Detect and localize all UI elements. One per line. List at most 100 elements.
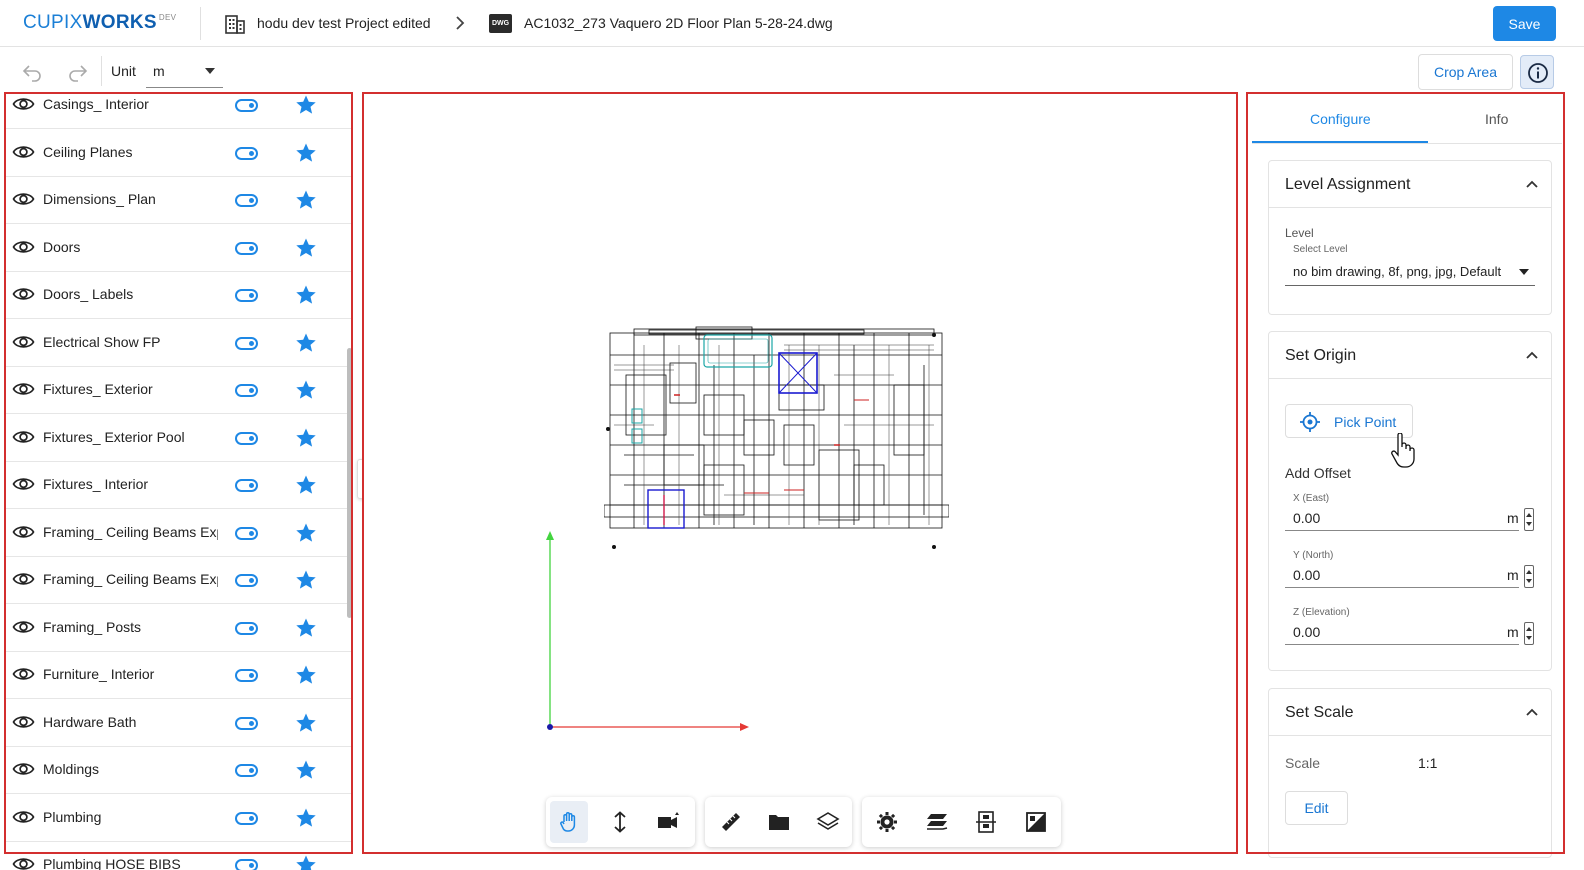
layer-row[interactable]: Doors	[5, 225, 351, 272]
star-icon[interactable]	[295, 569, 317, 591]
toggle-icon[interactable]	[235, 336, 258, 350]
layer-row[interactable]: Doors_ Labels	[5, 272, 351, 319]
toggle-icon[interactable]	[235, 574, 258, 587]
layer-row[interactable]: Plumbing	[5, 795, 351, 842]
x-east-input[interactable]: 0.00	[1293, 510, 1320, 526]
layer-row[interactable]: Framing_ Ceiling Beams Exp	[5, 510, 351, 557]
unit-select[interactable]: m	[146, 55, 223, 88]
eye-icon[interactable]	[12, 760, 35, 778]
redo-icon[interactable]	[67, 60, 89, 82]
layer-row[interactable]: Fixtures_ Interior	[5, 462, 351, 509]
info-toggle-button[interactable]	[1520, 55, 1554, 89]
star-icon[interactable]	[295, 522, 317, 544]
level-icon[interactable]	[974, 810, 998, 834]
layer-row[interactable]: Furniture_ Interior	[5, 652, 351, 699]
eye-icon[interactable]	[12, 285, 35, 303]
layer-row[interactable]: Hardware Bath	[5, 700, 351, 747]
layer-row[interactable]: Plumbing HOSE BIBS	[5, 842, 351, 870]
toggle-icon[interactable]	[235, 811, 258, 825]
app-logo[interactable]: CUPIXWORKS DEV	[23, 12, 176, 34]
toggle-icon[interactable]	[235, 384, 258, 397]
eye-icon[interactable]	[12, 95, 35, 113]
layer-row[interactable]: Framing_ Ceiling Beams Exp	[5, 557, 351, 604]
star-icon[interactable]	[295, 854, 317, 870]
layer-row[interactable]: Moldings	[5, 747, 351, 794]
folder-icon[interactable]	[767, 810, 791, 834]
star-icon[interactable]	[295, 617, 317, 639]
stack-icon[interactable]	[925, 810, 949, 834]
toggle-icon[interactable]	[235, 859, 258, 870]
eye-icon[interactable]	[12, 665, 35, 683]
toggle-icon[interactable]	[235, 241, 258, 255]
eye-icon[interactable]	[12, 380, 35, 398]
crop-icon[interactable]	[1024, 810, 1048, 834]
eye-icon[interactable]	[12, 238, 35, 256]
camera-icon[interactable]	[656, 810, 680, 834]
eye-icon[interactable]	[12, 570, 35, 588]
layer-row[interactable]: Fixtures_ Exterior	[5, 367, 351, 414]
hand-pan-icon[interactable]	[557, 810, 581, 834]
set-scale-header[interactable]: Set Scale	[1269, 689, 1551, 736]
layer-row[interactable]: Ceiling Planes	[5, 130, 351, 177]
star-icon[interactable]	[295, 712, 317, 734]
toggle-icon[interactable]	[235, 431, 258, 445]
chevron-up-icon[interactable]	[1525, 177, 1539, 191]
toggle-icon[interactable]	[235, 716, 258, 730]
star-icon[interactable]	[295, 332, 317, 354]
settings-icon[interactable]	[875, 810, 899, 834]
ruler-icon[interactable]	[719, 810, 743, 834]
star-icon[interactable]	[295, 759, 317, 781]
crop-area-button[interactable]: Crop Area	[1418, 54, 1513, 90]
eye-icon[interactable]	[12, 808, 35, 826]
set-origin-header[interactable]: Set Origin	[1269, 332, 1551, 379]
toggle-icon[interactable]	[235, 526, 258, 540]
z-elevation-input[interactable]: 0.00	[1293, 624, 1320, 640]
z-stepper[interactable]	[1524, 622, 1534, 645]
vertical-move-icon[interactable]	[608, 810, 632, 834]
toggle-icon[interactable]	[235, 764, 258, 777]
tab-configure[interactable]: Configure	[1310, 111, 1371, 127]
chevron-up-icon[interactable]	[1525, 705, 1539, 719]
y-stepper[interactable]	[1524, 565, 1534, 588]
toggle-icon[interactable]	[235, 289, 258, 302]
layer-row[interactable]: Electrical Show FP	[5, 320, 351, 367]
eye-icon[interactable]	[12, 618, 35, 636]
layers-icon[interactable]	[816, 810, 840, 834]
edit-scale-button[interactable]: Edit	[1285, 791, 1348, 825]
eye-icon[interactable]	[12, 143, 35, 161]
layer-row[interactable]: Dimensions_ Plan	[5, 177, 351, 224]
eye-icon[interactable]	[12, 523, 35, 541]
layer-row[interactable]: Fixtures_ Exterior Pool	[5, 415, 351, 462]
star-icon[interactable]	[295, 189, 317, 211]
star-icon[interactable]	[295, 807, 317, 829]
project-name-link[interactable]: hodu dev test Project edited	[257, 15, 431, 31]
y-north-input[interactable]: 0.00	[1293, 567, 1320, 583]
eye-icon[interactable]	[12, 190, 35, 208]
save-button[interactable]: Save	[1493, 6, 1556, 41]
layer-row[interactable]: Framing_ Posts	[5, 605, 351, 652]
eye-icon[interactable]	[12, 713, 35, 731]
star-icon[interactable]	[295, 379, 317, 401]
star-icon[interactable]	[295, 664, 317, 686]
toggle-icon[interactable]	[235, 99, 258, 112]
toggle-icon[interactable]	[235, 479, 258, 492]
undo-icon[interactable]	[21, 60, 43, 82]
layer-list-scrollbar[interactable]	[347, 348, 352, 618]
toggle-icon[interactable]	[235, 146, 258, 160]
eye-icon[interactable]	[12, 333, 35, 351]
eye-icon[interactable]	[12, 475, 35, 493]
chevron-up-icon[interactable]	[1525, 348, 1539, 362]
eye-icon[interactable]	[12, 428, 35, 446]
star-icon[interactable]	[295, 427, 317, 449]
star-icon[interactable]	[295, 284, 317, 306]
toggle-icon[interactable]	[235, 669, 258, 682]
level-assignment-header[interactable]: Level Assignment	[1269, 161, 1551, 208]
eye-icon[interactable]	[12, 855, 35, 870]
level-select[interactable]: no bim drawing, 8f, png, jpg, Default	[1285, 256, 1535, 286]
star-icon[interactable]	[295, 142, 317, 164]
toggle-icon[interactable]	[235, 194, 258, 207]
star-icon[interactable]	[295, 237, 317, 259]
layer-row[interactable]: Casings_ Interior	[5, 93, 351, 129]
toggle-icon[interactable]	[235, 621, 258, 635]
star-icon[interactable]	[295, 94, 317, 116]
